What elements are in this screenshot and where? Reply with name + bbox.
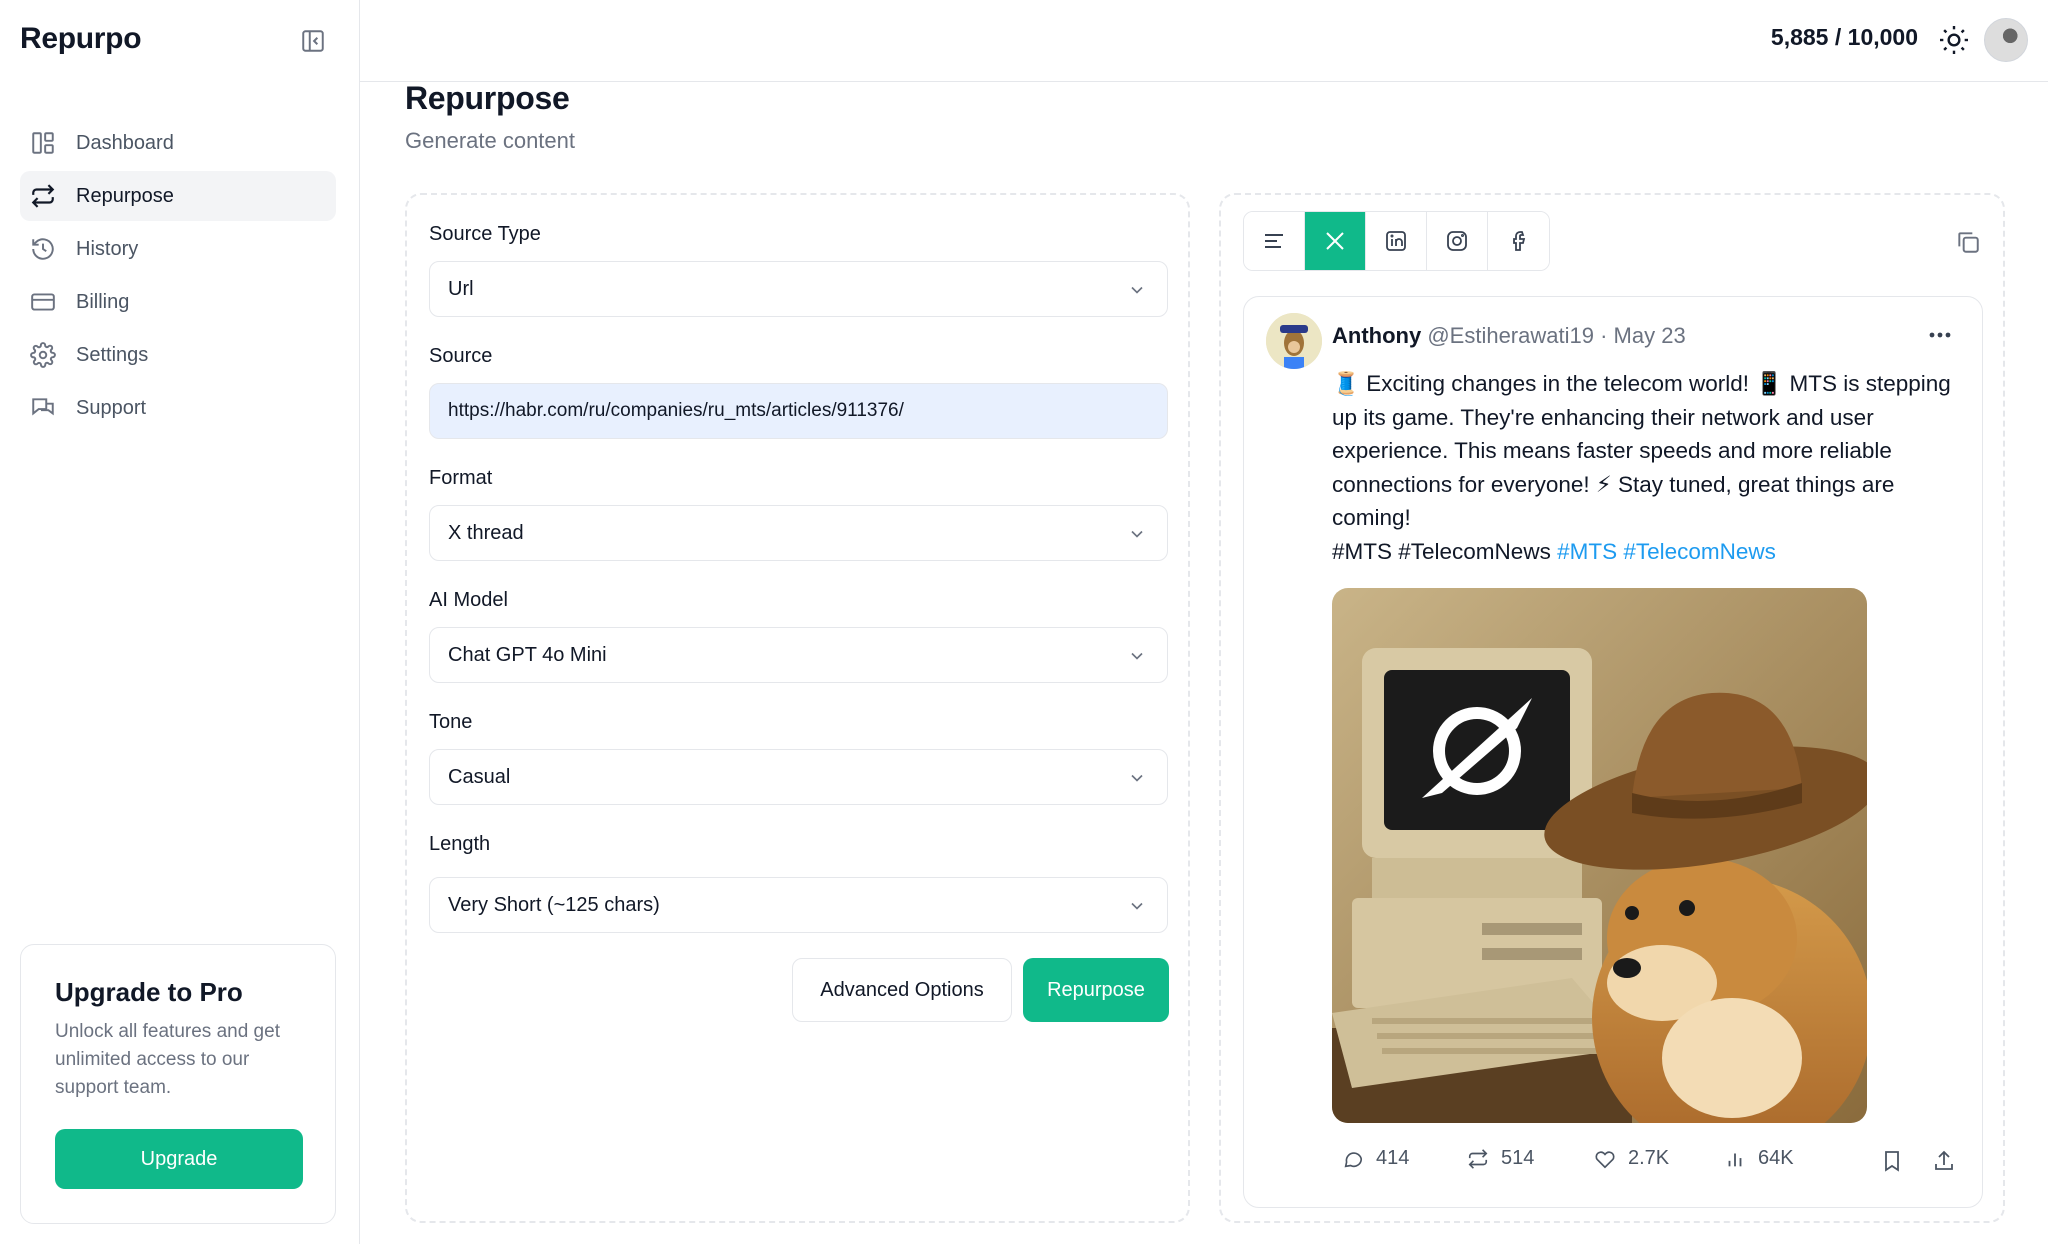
- advanced-options-button[interactable]: Advanced Options: [792, 958, 1012, 1022]
- user-avatar[interactable]: [1984, 18, 2028, 62]
- sidebar-item-repurpose[interactable]: Repurpose: [20, 171, 336, 221]
- tweet-avatar: [1266, 313, 1322, 369]
- chat-bubbles-icon: [30, 395, 56, 421]
- format-value: X thread: [448, 521, 524, 544]
- sidebar-item-label: Billing: [76, 290, 130, 313]
- tab-facebook[interactable]: [1488, 212, 1549, 270]
- length-value: Very Short (~125 chars): [448, 893, 660, 916]
- more-options-icon[interactable]: [1926, 327, 1954, 343]
- hashtag-link[interactable]: #TelecomNews: [1623, 539, 1776, 564]
- heart-icon: [1595, 1150, 1615, 1168]
- source-type-label: Source Type: [429, 223, 541, 245]
- views-action[interactable]: 64K: [1724, 1147, 1794, 1170]
- tweet-header: Anthony @Estiherawati19 · May 23: [1332, 323, 1686, 349]
- linkedin-icon: [1386, 231, 1406, 251]
- ai-model-select[interactable]: Chat GPT 4o Mini: [429, 627, 1168, 683]
- length-select[interactable]: Very Short (~125 chars): [429, 877, 1168, 933]
- repurpose-form: Source Type Url Source https://habr.com/…: [405, 193, 1190, 1223]
- sidebar-item-label: Settings: [76, 343, 149, 366]
- length-label: Length: [429, 833, 491, 855]
- page-title: Repurpose: [405, 80, 570, 116]
- sidebar: Repurpo Dashboard Repurpose History Bill…: [0, 0, 360, 1244]
- tab-plain-text[interactable]: [1244, 212, 1305, 270]
- page-subtitle: Generate content: [405, 128, 576, 153]
- retweet-count: 514: [1501, 1147, 1535, 1169]
- top-bar: 5,885 / 10,000: [360, 0, 2048, 82]
- tweet-date: · May 23: [1600, 323, 1686, 348]
- copy-icon[interactable]: [1955, 229, 1981, 255]
- tweet-preview: Anthony @Estiherawati19 · May 23 🧵 Excit…: [1243, 296, 1983, 1208]
- text-lines-icon: [1265, 234, 1283, 248]
- retweet-action[interactable]: 514: [1467, 1147, 1534, 1170]
- sun-icon[interactable]: [1938, 24, 1970, 56]
- sidebar-item-label: Dashboard: [76, 131, 174, 154]
- chevron-down-icon: [1131, 530, 1143, 538]
- sidebar-nav: Dashboard Repurpose History Billing Sett…: [20, 118, 336, 436]
- reply-action[interactable]: 414: [1342, 1147, 1409, 1170]
- bookmark-icon[interactable]: [1880, 1149, 1904, 1173]
- tone-label: Tone: [429, 711, 473, 733]
- retweet-icon: [1468, 1148, 1488, 1169]
- repurpose-icon: [30, 183, 56, 209]
- preview-panel: Anthony @Estiherawati19 · May 23 🧵 Excit…: [1219, 193, 2005, 1223]
- instagram-icon: [1447, 231, 1467, 251]
- share-icon[interactable]: [1932, 1149, 1956, 1173]
- sidebar-item-support[interactable]: Support: [20, 383, 336, 433]
- tone-value: Casual: [448, 765, 511, 788]
- sidebar-item-billing[interactable]: Billing: [20, 277, 336, 327]
- reply-count: 414: [1376, 1147, 1410, 1169]
- upgrade-button[interactable]: Upgrade: [55, 1129, 303, 1189]
- tweet-image: [1332, 588, 1867, 1123]
- source-url-input[interactable]: https://habr.com/ru/companies/ru_mts/art…: [429, 383, 1168, 439]
- tweet-author-handle[interactable]: @Estiherawati19: [1427, 323, 1594, 348]
- ai-model-value: Chat GPT 4o Mini: [448, 643, 607, 666]
- chevron-down-icon: [1131, 652, 1143, 660]
- source-type-value: Url: [448, 277, 474, 300]
- chevron-down-icon: [1131, 286, 1143, 294]
- format-label: Format: [429, 467, 493, 489]
- like-count: 2.7K: [1628, 1147, 1670, 1169]
- credits-counter: 5,885 / 10,000: [1770, 24, 1918, 50]
- chevron-down-icon: [1131, 902, 1143, 910]
- x-logo-icon: [1326, 232, 1344, 250]
- tab-linkedin[interactable]: [1366, 212, 1427, 270]
- tweet-body: 🧵 Exciting changes in the telecom world!…: [1332, 367, 1967, 568]
- bar-chart-icon: [1728, 1153, 1742, 1166]
- sidebar-item-label: Support: [76, 396, 147, 419]
- sidebar-collapse-icon[interactable]: [300, 28, 326, 54]
- source-label: Source: [429, 345, 493, 367]
- like-action[interactable]: 2.7K: [1594, 1147, 1669, 1170]
- tab-x[interactable]: [1305, 212, 1366, 270]
- sidebar-item-label: History: [76, 237, 139, 260]
- tweet-plain-hashtags: #MTS #TelecomNews: [1332, 538, 1551, 564]
- tweet-body-text: 🧵 Exciting changes in the telecom world!…: [1332, 371, 1951, 530]
- view-count: 64K: [1758, 1147, 1794, 1169]
- platform-tabs: [1243, 211, 1550, 271]
- upgrade-card: Upgrade to Pro Unlock all features and g…: [20, 944, 336, 1224]
- credit-card-icon: [30, 289, 56, 315]
- format-select[interactable]: X thread: [429, 505, 1168, 561]
- sidebar-item-settings[interactable]: Settings: [20, 330, 336, 380]
- gear-icon: [30, 342, 56, 368]
- sidebar-item-dashboard[interactable]: Dashboard: [20, 118, 336, 168]
- tweet-actions: 414 514 2.7K 64K: [1332, 1147, 1972, 1181]
- dashboard-icon: [30, 130, 56, 156]
- upgrade-text: Unlock all features and get unlimited ac…: [55, 1021, 280, 1098]
- upgrade-title: Upgrade to Pro: [55, 977, 243, 1007]
- hashtag-link[interactable]: #MTS: [1557, 539, 1617, 564]
- tone-select[interactable]: Casual: [429, 749, 1168, 805]
- chevron-down-icon: [1131, 774, 1143, 782]
- sidebar-item-history[interactable]: History: [20, 224, 336, 274]
- facebook-icon: [1512, 231, 1525, 251]
- tweet-author-name[interactable]: Anthony: [1332, 323, 1421, 348]
- repurpose-submit-button[interactable]: Repurpose: [1023, 958, 1169, 1022]
- history-icon: [30, 236, 56, 262]
- source-url-value: https://habr.com/ru/companies/ru_mts/art…: [448, 400, 904, 421]
- comment-icon: [1344, 1151, 1363, 1167]
- tab-instagram[interactable]: [1427, 212, 1488, 270]
- ai-model-label: AI Model: [429, 589, 508, 611]
- sidebar-item-label: Repurpose: [76, 184, 174, 207]
- brand-logo: Repurpo: [20, 22, 142, 55]
- source-type-select[interactable]: Url: [429, 261, 1168, 317]
